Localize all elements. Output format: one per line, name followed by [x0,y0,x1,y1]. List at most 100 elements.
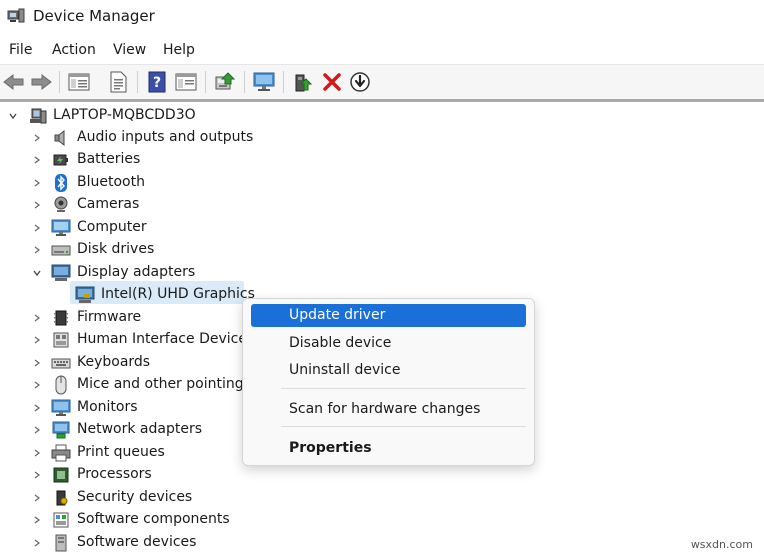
toolbar: ? [0,64,764,99]
tree-item-label: Disk drives [77,241,155,257]
tree-item-audio-inputs-and-outputs[interactable]: Audio inputs and outputs [0,127,300,149]
tree-item-cameras[interactable]: Cameras [0,194,300,216]
enable-device-icon[interactable] [291,70,315,94]
tree-item-intel-uhd-graphics[interactable]: Intel(R) UHD Graphics [70,284,255,306]
graphics-card-icon [75,286,95,304]
disk-drive-icon [51,241,71,259]
security-key-icon [52,489,70,507]
tree-item-label: Bluetooth [77,174,145,190]
computer-name: LAPTOP-MQBCDD3O [53,107,196,123]
menu-action[interactable]: Action [52,42,96,58]
context-menu-scan-for-hardware-changes[interactable]: Scan for hardware changes [251,398,526,421]
computer-monitor-icon [51,219,71,237]
chevron-right-icon[interactable] [32,223,42,233]
context-menu-separator [281,388,526,389]
tree-item-computer[interactable]: Computer [0,217,300,239]
speaker-icon [52,129,70,147]
toolbar-divider [0,99,764,102]
hid-icon [52,331,70,349]
toolbar-separator [137,71,138,93]
tree-item-security-devices[interactable]: Security devices [0,487,300,509]
svg-text:?: ? [153,75,161,91]
tree-item-label: Human Interface Devices [77,331,255,347]
context-menu-update-driver[interactable]: Update driver [251,304,526,327]
details-window-icon[interactable] [174,70,198,94]
tree-item-label: Software components [77,511,230,527]
chevron-down-icon[interactable] [32,268,42,278]
chevron-right-icon[interactable] [32,380,42,390]
uninstall-x-icon[interactable] [320,70,344,94]
tree-item-label: Audio inputs and outputs [77,129,254,145]
context-menu-label: Properties [289,440,372,456]
menu-view[interactable]: View [113,42,146,58]
tree-item-label: Network adapters [77,421,202,437]
context-menu-properties[interactable]: Properties [251,437,526,460]
context-menu-label: Update driver [289,307,386,323]
context-menu: Update driver Disable device Uninstall d… [242,298,535,466]
device-manager-app-icon [7,8,25,24]
toolbar-separator [283,71,284,93]
tree-item-software-devices[interactable]: Software devices [0,532,300,554]
mouse-icon [52,375,70,395]
firmware-chip-icon [52,309,70,327]
chevron-right-icon[interactable] [32,448,42,458]
processor-icon [52,466,70,484]
tree-item-label: Security devices [77,489,193,505]
chevron-right-icon[interactable] [32,133,42,143]
window-title: Device Manager [33,7,155,25]
tree-item-label: Firmware [77,309,142,325]
tree-item-label: Cameras [77,196,140,212]
chevron-right-icon[interactable] [32,313,42,323]
tree-item-label: Display adapters [77,264,196,280]
title-bar: Device Manager [0,0,764,36]
chevron-right-icon[interactable] [32,200,42,210]
chevron-right-icon[interactable] [32,470,42,480]
monitor-icon[interactable] [252,70,276,94]
menu-file[interactable]: File [9,42,32,58]
update-driver-icon[interactable] [348,70,372,94]
chevron-right-icon[interactable] [32,538,42,548]
chevron-right-icon[interactable] [32,178,42,188]
chevron-right-icon[interactable] [32,358,42,368]
context-menu-label: Disable device [289,335,392,351]
context-menu-uninstall-device[interactable]: Uninstall device [251,359,526,382]
tree-item-label: Keyboards [77,354,151,370]
chevron-right-icon[interactable] [32,335,42,345]
monitor-icon [51,399,71,417]
tree-item-label: Computer [77,219,147,235]
display-adapter-icon [51,264,71,282]
menu-help[interactable]: Help [163,42,195,58]
context-menu-separator [281,426,526,427]
chevron-right-icon[interactable] [32,245,42,255]
tree-item-disk-drives[interactable]: Disk drives [0,239,300,261]
tree-item-label: Software devices [77,534,197,550]
chevron-right-icon[interactable] [32,493,42,503]
network-adapter-icon [51,421,70,439]
tree-item-processors[interactable]: Processors [0,464,300,486]
context-menu-label: Uninstall device [289,362,401,378]
tree-item-bluetooth[interactable]: Bluetooth [0,172,300,194]
chevron-right-icon[interactable] [32,425,42,435]
laptop-icon [29,107,47,125]
forward-arrow-icon[interactable] [29,70,53,94]
toolbar-separator [244,71,245,93]
chevron-down-icon[interactable] [8,111,18,121]
chevron-right-icon[interactable] [32,155,42,165]
menu-bar: File Action View Help [0,38,764,64]
printer-icon [51,444,71,462]
watermark: wsxdn.com [690,538,753,551]
chevron-right-icon[interactable] [32,515,42,525]
properties-window-icon[interactable] [67,70,91,94]
chevron-right-icon[interactable] [32,403,42,413]
back-arrow-icon[interactable] [2,70,26,94]
document-icon[interactable] [106,70,130,94]
tree-item-label: Intel(R) UHD Graphics [101,286,255,302]
scan-hardware-icon[interactable] [213,70,237,94]
software-component-icon [52,511,70,529]
tree-item-batteries[interactable]: Batteries [0,149,300,171]
context-menu-disable-device[interactable]: Disable device [251,332,526,355]
tree-root-row[interactable]: LAPTOP-MQBCDD3O [0,105,300,127]
help-icon[interactable]: ? [145,70,169,94]
tree-item-software-components[interactable]: Software components [0,509,300,531]
tree-item-label: Processors [77,466,152,482]
